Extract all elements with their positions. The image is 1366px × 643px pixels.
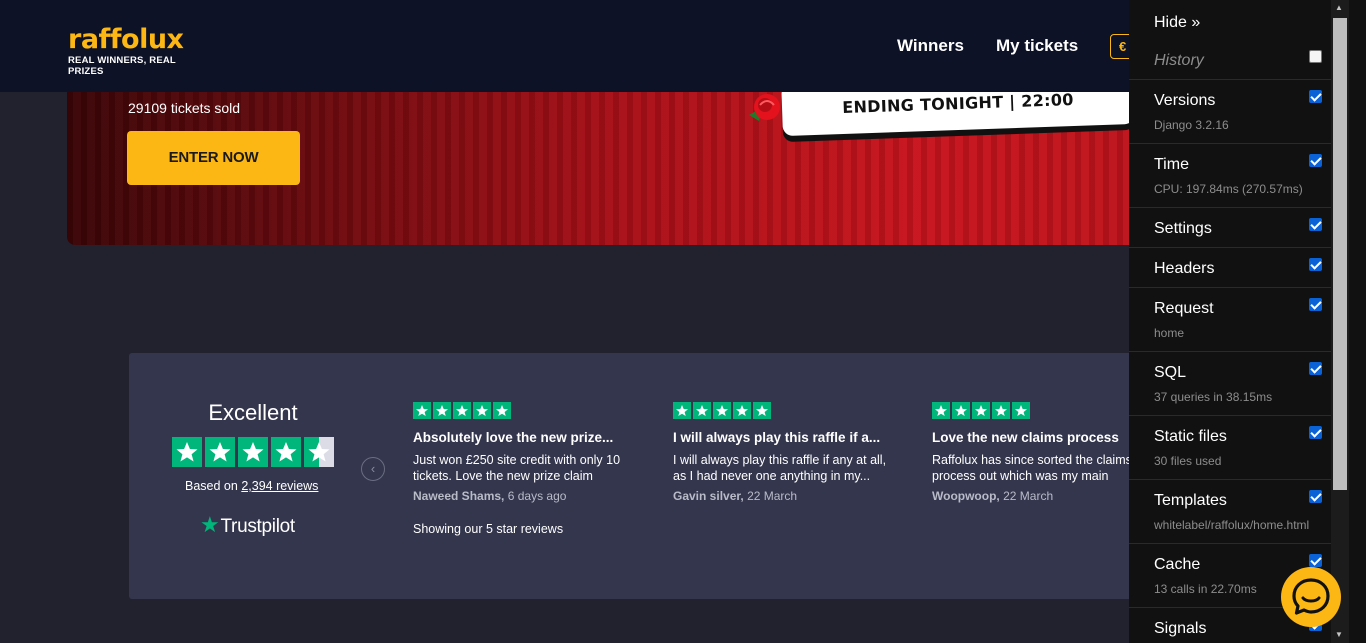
debug-panel-title: Time bbox=[1154, 156, 1189, 173]
debug-panel-title: Headers bbox=[1154, 260, 1215, 277]
debug-panel-subtitle: home bbox=[1154, 326, 1185, 340]
review-body: Raffolux has since sorted the claims pro… bbox=[932, 453, 1132, 483]
debug-panel-title: Versions bbox=[1154, 92, 1216, 109]
debug-panel-subtitle: 30 files used bbox=[1154, 454, 1222, 468]
review-card[interactable]: Absolutely love the new prize... Just wo… bbox=[413, 402, 638, 503]
review-date: 22 March bbox=[1003, 489, 1054, 503]
debug-panel-title: Templates bbox=[1154, 492, 1227, 509]
review-date: 6 days ago bbox=[507, 489, 567, 503]
review-stars bbox=[932, 402, 1139, 419]
debug-panel-versions[interactable]: Versions Django 3.2.16 bbox=[1129, 80, 1332, 144]
enter-now-button[interactable]: ENTER NOW bbox=[127, 131, 300, 185]
debug-panel-title: Settings bbox=[1154, 220, 1212, 237]
debug-panel-history[interactable]: History bbox=[1129, 40, 1332, 80]
debug-panel-toggle-checkbox[interactable] bbox=[1309, 50, 1322, 63]
trustpilot-rating-stars bbox=[172, 437, 334, 472]
trustpilot-rating-word: Excellent bbox=[208, 400, 298, 425]
showing-five-star-note: Showing our 5 star reviews bbox=[413, 522, 564, 536]
review-title: I will always play this raffle if a... bbox=[673, 430, 881, 445]
review-stars bbox=[673, 402, 898, 419]
debug-panel-toggle-checkbox[interactable] bbox=[1309, 90, 1322, 103]
trustpilot-logo[interactable]: ★Trustpilot bbox=[200, 512, 295, 538]
carousel-prev-button[interactable]: ‹ bbox=[361, 457, 385, 481]
review-date: 22 March bbox=[747, 489, 798, 503]
review-card[interactable]: I will always play this raffle if a... I… bbox=[673, 402, 898, 503]
debug-panel-toggle-checkbox[interactable] bbox=[1309, 258, 1322, 271]
debug-panel-title: Cache bbox=[1154, 556, 1201, 573]
ending-tonight-text: ENDING TONIGHT | 22:00 bbox=[841, 89, 1074, 118]
tickets-sold-count: 29109 tickets sold bbox=[128, 100, 241, 116]
nav-winners-link[interactable]: Winners bbox=[897, 36, 964, 56]
reviews-count-link[interactable]: 2,394 reviews bbox=[241, 479, 318, 493]
debug-panel-sql[interactable]: SQL 37 queries in 38.15ms bbox=[1129, 352, 1332, 416]
debug-panel-time[interactable]: Time CPU: 197.84ms (270.57ms) bbox=[1129, 144, 1332, 208]
review-author: Woopwoop, bbox=[932, 489, 1000, 503]
review-stars bbox=[413, 402, 638, 419]
logo-wordmark: raffolux bbox=[68, 24, 184, 55]
review-meta: Gavin silver, 22 March bbox=[673, 489, 898, 503]
hide-toolbar-button[interactable]: Hide » bbox=[1154, 14, 1200, 32]
debug-panel-title: Signals bbox=[1154, 620, 1207, 637]
trustpilot-based-on: Based on 2,394 reviews bbox=[185, 479, 318, 493]
review-body: Just won £250 site credit with only 10 t… bbox=[413, 453, 621, 483]
review-meta: Woopwoop, 22 March bbox=[932, 489, 1139, 503]
chat-bubble-icon bbox=[1292, 578, 1330, 615]
debug-panel-headers[interactable]: Headers bbox=[1129, 248, 1332, 288]
review-card[interactable]: Love the new claims process Raffolux has… bbox=[932, 402, 1139, 503]
debug-panel-subtitle: 37 queries in 38.15ms bbox=[1154, 390, 1273, 404]
review-body: I will always play this raffle if any at… bbox=[673, 453, 887, 483]
trustpilot-star-icon: ★ bbox=[200, 512, 220, 537]
debug-panel-static-files[interactable]: Static files 30 files used bbox=[1129, 416, 1332, 480]
debug-panel-subtitle: 13 calls in 22.70ms bbox=[1154, 582, 1257, 596]
debug-panel-title: SQL bbox=[1154, 364, 1187, 381]
debug-panel-toggle-checkbox[interactable] bbox=[1309, 426, 1322, 439]
debug-panel-subtitle: whitelabel/raffolux/home.html bbox=[1154, 518, 1310, 532]
coin-icon: € bbox=[1119, 39, 1127, 54]
debug-panel-request[interactable]: Request home bbox=[1129, 288, 1332, 352]
debug-panel-toggle-checkbox[interactable] bbox=[1309, 154, 1322, 167]
review-author: Naweed Shams, bbox=[413, 489, 505, 503]
debug-panel-settings[interactable]: Settings bbox=[1129, 208, 1332, 248]
trustpilot-logo-text: Trustpilot bbox=[220, 516, 295, 537]
review-meta: Naweed Shams, 6 days ago bbox=[413, 489, 638, 503]
scroll-up-arrow-icon[interactable]: ▲ bbox=[1335, 3, 1343, 12]
debug-panel-title: Static files bbox=[1154, 428, 1227, 445]
toolbar-scrollbar[interactable]: ▲ ▼ bbox=[1331, 0, 1349, 643]
review-title: Absolutely love the new prize... bbox=[413, 430, 614, 445]
based-on-label: Based on bbox=[185, 479, 238, 493]
debug-panel-toggle-checkbox[interactable] bbox=[1309, 218, 1322, 231]
debug-panel-templates[interactable]: Templates whitelabel/raffolux/home.html bbox=[1129, 480, 1332, 544]
debug-panel-toggle-checkbox[interactable] bbox=[1309, 490, 1322, 503]
debug-panel-title: Request bbox=[1154, 300, 1214, 317]
rose-icon bbox=[743, 85, 791, 133]
debug-panel-subtitle: Django 3.2.16 bbox=[1154, 118, 1229, 132]
debug-panel-title: History bbox=[1154, 52, 1204, 69]
debug-panel-toggle-checkbox[interactable] bbox=[1309, 362, 1322, 375]
scroll-down-arrow-icon[interactable]: ▼ bbox=[1335, 630, 1343, 639]
scrollbar-thumb[interactable] bbox=[1333, 18, 1347, 490]
debug-panel-subtitle: CPU: 197.84ms (270.57ms) bbox=[1154, 182, 1303, 196]
review-title: Love the new claims process bbox=[932, 430, 1119, 445]
logo-tagline: REAL WINNERS, REAL PRIZES bbox=[68, 55, 176, 77]
live-chat-button[interactable] bbox=[1281, 567, 1341, 627]
raffolux-logo[interactable]: raffolux REAL WINNERS, REAL PRIZES bbox=[68, 24, 208, 77]
nav-my-tickets-link[interactable]: My tickets bbox=[996, 36, 1078, 56]
debug-panel-toggle-checkbox[interactable] bbox=[1309, 554, 1322, 567]
review-author: Gavin silver, bbox=[673, 489, 744, 503]
debug-panel-toggle-checkbox[interactable] bbox=[1309, 298, 1322, 311]
